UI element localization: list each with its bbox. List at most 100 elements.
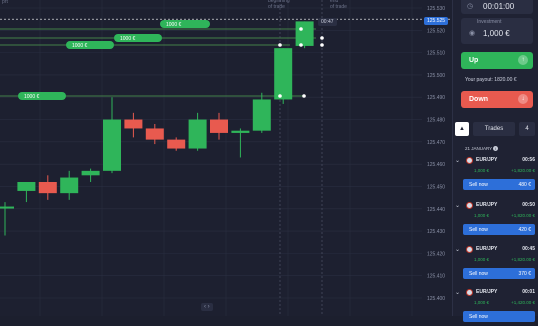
chevron-down-icon[interactable]: ⌄ (455, 202, 460, 209)
trade-item[interactable]: ⌄ EUR/JPY 00:45 1,000 € +1,820.00 € Sell now 3… (455, 245, 537, 283)
date-label: 21 JANUARY i (465, 146, 499, 151)
price-tick-label: 125.430 (427, 229, 445, 235)
bet-tag-label: 1000 € (166, 22, 182, 28)
trades-count[interactable]: 4 (519, 122, 535, 136)
candle-body (188, 119, 207, 149)
candle-body (145, 128, 164, 140)
sell-value: 370 € (518, 271, 531, 277)
timer-field[interactable]: ◷ 00:01:00 (461, 0, 533, 14)
coins-icon: ◉ (469, 30, 476, 37)
bet-tag-label: 1000 € (24, 94, 40, 100)
sell-now-label: Sell now (469, 314, 488, 320)
chevron-down-icon[interactable]: ⌄ (455, 157, 460, 164)
candle-body (17, 182, 36, 191)
sell-now-label: Sell now (469, 182, 488, 188)
price-tick-label: 125.470 (427, 140, 445, 146)
up-button[interactable]: Up ↑ (461, 52, 533, 69)
end-of-trade-label: end of trade (330, 0, 347, 10)
trade-point (278, 43, 282, 47)
trade-amount: 1,000 € (474, 213, 490, 218)
trade-amount: 1,000 € (474, 300, 490, 305)
sell-value: 480 € (518, 182, 531, 188)
price-tick-label: 125.460 (427, 162, 445, 168)
sell-now-button[interactable]: Sell now 420 € (463, 224, 535, 235)
candle-body (295, 21, 314, 46)
sell-now-button[interactable]: Sell now (463, 311, 535, 322)
candle-body (0, 206, 14, 209)
arrow-up-icon: ↑ (518, 55, 528, 65)
candle-body (167, 139, 186, 149)
price-chart[interactable]: 125.530 125.520 125.510 125.500 125.490 125.4… (0, 0, 452, 316)
trade-item[interactable]: ⌄ EUR/JPY 00:56 1,000 € +1,820.00 € Sell now 4… (455, 156, 537, 194)
chart-canvas[interactable]: 125.530 125.520 125.510 125.500 125.490 125.4… (0, 0, 452, 316)
price-tick-label: 125.490 (427, 95, 445, 101)
candle-body (274, 48, 293, 100)
investment-field[interactable]: Investment 1,000 € ◉ (461, 18, 533, 44)
timer-value: 00:01:00 (483, 2, 515, 11)
down-button[interactable]: Down ↓ (461, 91, 533, 108)
trade-profit: +1,420.00 € (511, 300, 535, 305)
price-tick-label: 125.420 (427, 251, 445, 257)
trade-item[interactable]: ⌄ EUR/JPY 00:01 1,000 € +1,420.00 € Sell now (455, 288, 537, 326)
sell-now-button[interactable]: Sell now 480 € (463, 179, 535, 190)
trade-panel: ◷ 00:01:00 Investment 1,000 € ◉ Up ↑ You… (452, 0, 538, 322)
trade-item[interactable]: ⌄ EUR/JPY 00:50 1,000 € +1,820.00 € Sell now 4… (455, 201, 537, 239)
trade-pair: EUR/JPY (476, 289, 498, 295)
price-tick-label: 125.480 (427, 118, 445, 124)
trade-profit: +1,820.00 € (511, 168, 535, 173)
trade-point (320, 43, 324, 47)
sell-now-label: Sell now (469, 271, 488, 277)
price-tick-label: 125.400 (427, 296, 445, 302)
sell-value: 420 € (518, 227, 531, 233)
price-tick-label: 125.440 (427, 207, 445, 213)
trade-time: 00:45 (522, 246, 535, 252)
arrow-down-icon: ↓ (518, 94, 528, 104)
candle-body (81, 170, 100, 176)
date-text: 21 JANUARY (465, 146, 493, 151)
chevron-down-icon[interactable]: ⌄ (455, 289, 460, 296)
price-tick-label: 125.410 (427, 274, 445, 280)
flag-icon (466, 246, 473, 253)
candle-body (124, 119, 143, 129)
price-tick-label: 125.510 (427, 51, 445, 57)
trade-amount: 1,000 € (474, 257, 490, 262)
bet-tag-label: 1000 € (72, 43, 88, 49)
trade-point (320, 36, 324, 40)
trade-point (299, 27, 303, 31)
candle-body (252, 99, 271, 131)
chart-top-left-label: prt (2, 0, 8, 5)
candle-body (103, 119, 121, 171)
up-label: Up (469, 57, 479, 64)
sell-now-button[interactable]: Sell now 370 € (463, 268, 535, 279)
trade-profit: +1,820.00 € (511, 213, 535, 218)
candle-body (231, 130, 250, 133)
trade-profit: +1,820.00 € (511, 257, 535, 262)
candle-body (60, 177, 79, 194)
trade-pair: EUR/JPY (476, 246, 498, 252)
beginning-of-trade-label: beginning of trade (268, 0, 290, 10)
trade-point (302, 94, 306, 98)
trade-point (299, 43, 303, 47)
trade-pair: EUR/JPY (476, 157, 498, 163)
chart-pager[interactable]: ‹ › (201, 303, 213, 311)
trade-pair: EUR/JPY (476, 202, 498, 208)
candle-body (38, 182, 57, 194)
clock-icon: ◷ (467, 3, 474, 10)
price-tick-label: 125.530 (427, 6, 445, 12)
down-label: Down (469, 96, 489, 103)
trades-toggle[interactable]: ▲ (455, 122, 469, 136)
trade-time: 00:50 (522, 202, 535, 208)
tab-trades[interactable]: Trades (473, 122, 515, 136)
payout-text: Your payout: 1820.00 € (465, 77, 517, 83)
trade-time: 00:01 (522, 289, 535, 295)
price-tick-label: 125.450 (427, 184, 445, 190)
candle-body (210, 119, 228, 133)
chevron-down-icon[interactable]: ⌄ (455, 246, 460, 253)
investment-label: Investment (477, 19, 502, 25)
flag-icon (466, 157, 473, 164)
trade-time: 00:56 (522, 157, 535, 163)
flag-icon (466, 202, 473, 209)
info-icon: i (493, 146, 499, 151)
trade-point (278, 94, 282, 98)
countdown-badge: 00:47 (318, 18, 337, 26)
